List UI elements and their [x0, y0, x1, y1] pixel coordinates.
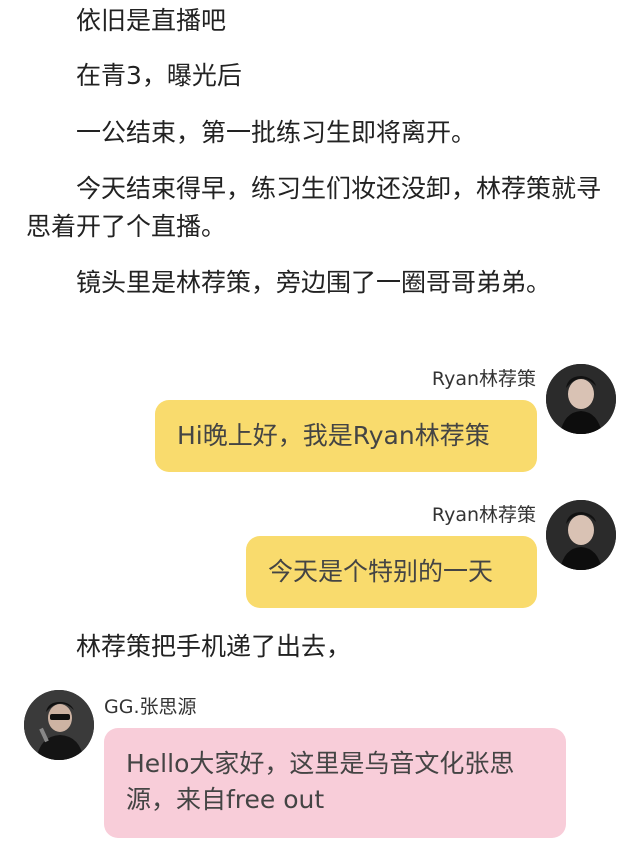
sender-name: Ryan林荐策 — [431, 368, 536, 390]
chat-bubble: Hi晚上好，我是Ryan林荐策 — [155, 400, 537, 472]
singer-avatar-icon[interactable] — [24, 690, 94, 760]
user-avatar-icon[interactable] — [546, 364, 616, 434]
message-text: Hi晚上好，我是Ryan林荐策 — [177, 421, 490, 450]
user-avatar-icon[interactable] — [546, 500, 616, 570]
story-paragraph: 依旧是直播吧 — [76, 6, 227, 35]
story-paragraph: 在青3，曝光后 — [76, 61, 242, 90]
story-paragraph: 一公结束，第一批练习生即将离开。 — [76, 118, 477, 147]
message-text: 今天是个特别的一天 — [268, 557, 494, 586]
story-paragraph: 今天结束得早，练习生们妆还没卸，林荐策就寻思着开了个直播。 — [26, 174, 602, 241]
chat-bubble: Hello大家好，这里是乌音文化张思源，来自free out — [104, 728, 566, 838]
chat-bubble: 今天是个特别的一天 — [246, 536, 537, 608]
story-paragraph: 林荐策把手机递了出去， — [76, 632, 352, 661]
story-paragraph: 镜头里是林荐策，旁边围了一圈哥哥弟弟。 — [76, 268, 552, 297]
sender-name: Ryan林荐策 — [431, 504, 536, 526]
message-text: Hello大家好，这里是乌音文化张思源，来自free out — [126, 749, 515, 814]
sender-name: GG.张思源 — [104, 696, 197, 718]
